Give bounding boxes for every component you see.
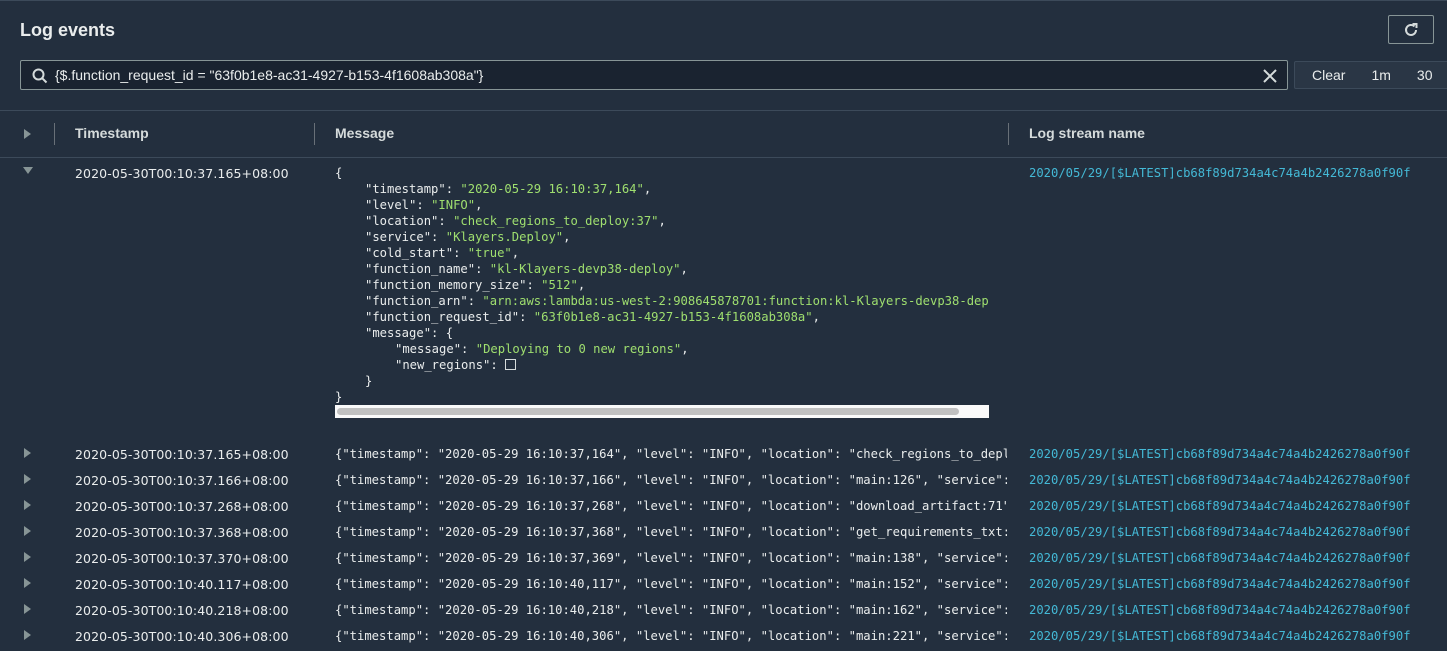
json-value: "kl-Klayers-devp38-deploy" (489, 262, 681, 276)
json-field: "service": "Klayers.Deploy", (365, 230, 571, 244)
collapse-row-icon[interactable] (23, 167, 33, 174)
json-field: "function_request_id": "63f0b1e8-ac31-49… (365, 310, 820, 324)
json-close-brace: } (365, 374, 373, 388)
page-title: Log events (20, 20, 116, 40)
json-key: "cold_start" (365, 246, 454, 260)
search-input[interactable]: {$.function_request_id = "63f0b1e8-ac31-… (55, 67, 483, 83)
row-message: {"timestamp": "2020-05-29 16:10:40,117",… (335, 577, 1007, 591)
json-field: "level": "INFO", (365, 198, 483, 212)
row-timestamp: 2020-05-30T00:10:40.117+08:00 (75, 577, 289, 592)
json-value: "512" (541, 278, 578, 292)
search-icon (32, 68, 48, 84)
log-stream-link[interactable]: 2020/05/29/[$LATEST]cb68f89d734a4c74a4b2… (1029, 603, 1411, 617)
row-message: {"timestamp": "2020-05-29 16:10:40,306",… (335, 629, 1007, 643)
range-30-button[interactable]: 30 (1417, 67, 1433, 83)
json-value: "63f0b1e8-ac31-4927-b153-4f1608ab308a" (533, 310, 813, 324)
top-border (0, 0, 1447, 1)
json-key: "function_memory_size" (365, 278, 527, 292)
row-timestamp: 2020-05-30T00:10:37.165+08:00 (75, 447, 289, 462)
column-divider[interactable] (314, 123, 315, 145)
json-key: "level" (365, 198, 417, 212)
row-timestamp: 2020-05-30T00:10:37.268+08:00 (75, 499, 289, 514)
json-key: "function_name" (365, 262, 476, 276)
json-field: "function_name": "kl-Klayers-devp38-depl… (365, 262, 688, 276)
json-value: "2020-05-29 16:10:37,164" (460, 182, 644, 196)
log-stream-link[interactable]: 2020/05/29/[$LATEST]cb68f89d734a4c74a4b2… (1029, 447, 1411, 461)
json-value: "INFO" (431, 198, 476, 212)
json-key: "timestamp" (365, 182, 446, 196)
json-key: "new_regions" (395, 358, 491, 372)
row-timestamp: 2020-05-30T00:10:37.370+08:00 (75, 551, 289, 566)
log-stream-link[interactable]: 2020/05/29/[$LATEST]cb68f89d734a4c74a4b2… (1029, 473, 1411, 487)
row-timestamp: 2020-05-30T00:10:37.165+08:00 (75, 166, 289, 181)
json-open-brace: { (335, 166, 343, 180)
row-timestamp: 2020-05-30T00:10:37.368+08:00 (75, 525, 289, 540)
refresh-icon (1405, 22, 1418, 36)
expand-row-icon[interactable] (24, 552, 31, 562)
json-field: "timestamp": "2020-05-29 16:10:37,164", (365, 182, 652, 196)
empty-array-icon (505, 359, 517, 370)
json-key: "location" (365, 214, 439, 228)
log-stream-link[interactable]: 2020/05/29/[$LATEST]cb68f89d734a4c74a4b2… (1029, 525, 1411, 539)
time-range-selector: Clear 1m 30 (1294, 61, 1447, 89)
expand-row-icon[interactable] (24, 604, 31, 614)
json-key: "service" (365, 230, 432, 244)
json-close-brace: } (335, 390, 343, 404)
expand-row-icon[interactable] (24, 526, 31, 536)
expand-row-icon[interactable] (24, 630, 31, 640)
json-field: "function_arn": "arn:aws:lambda:us-west-… (365, 293, 989, 309)
log-stream-link[interactable]: 2020/05/29/[$LATEST]cb68f89d734a4c74a4b2… (1029, 577, 1411, 591)
expand-all-toggle-icon[interactable] (24, 129, 31, 139)
json-value: "arn:aws:lambda:us-west-2:908645878701:f… (482, 294, 989, 308)
row-message: {"timestamp": "2020-05-29 16:10:37,164",… (335, 447, 1007, 461)
row-timestamp: 2020-05-30T00:10:37.166+08:00 (75, 473, 289, 488)
row-timestamp: 2020-05-30T00:10:40.218+08:00 (75, 603, 289, 618)
json-field: "message": "Deploying to 0 new regions", (395, 342, 689, 356)
row-message: {"timestamp": "2020-05-29 16:10:37,369",… (335, 551, 1007, 565)
json-field: "cold_start": "true", (365, 246, 520, 260)
expand-row-icon[interactable] (24, 474, 31, 484)
row-message: {"timestamp": "2020-05-29 16:10:37,166",… (335, 473, 1007, 487)
json-value: "true" (467, 246, 512, 260)
expand-row-icon[interactable] (24, 578, 31, 588)
log-stream-link[interactable]: 2020/05/29/[$LATEST]cb68f89d734a4c74a4b2… (1029, 499, 1411, 513)
table-header: Timestamp Message Log stream name (0, 110, 1447, 158)
json-field: "message": { (365, 326, 454, 340)
json-field: "location": "check_regions_to_deploy:37"… (365, 214, 666, 228)
column-header-timestamp[interactable]: Timestamp (75, 125, 149, 141)
horizontal-scrollbar[interactable] (335, 405, 989, 418)
refresh-button[interactable] (1388, 15, 1434, 44)
json-value: "check_regions_to_deploy:37" (453, 214, 659, 228)
json-key: "function_request_id" (365, 310, 520, 324)
log-stream-link[interactable]: 2020/05/29/[$LATEST]cb68f89d734a4c74a4b2… (1029, 166, 1411, 180)
filter-search-field[interactable]: {$.function_request_id = "63f0b1e8-ac31-… (20, 60, 1288, 90)
clear-button[interactable]: Clear (1312, 67, 1345, 83)
json-value: "Deploying to 0 new regions" (475, 342, 682, 356)
log-stream-link[interactable]: 2020/05/29/[$LATEST]cb68f89d734a4c74a4b2… (1029, 629, 1411, 643)
json-value: "Klayers.Deploy" (445, 230, 564, 244)
json-open-brace: { (445, 326, 454, 340)
log-stream-link[interactable]: 2020/05/29/[$LATEST]cb68f89d734a4c74a4b2… (1029, 551, 1411, 565)
column-divider[interactable] (1008, 123, 1009, 145)
row-message: {"timestamp": "2020-05-29 16:10:37,268",… (335, 499, 1007, 513)
json-message-viewer: { "timestamp": "2020-05-29 16:10:37,164"… (335, 165, 989, 405)
column-header-message[interactable]: Message (335, 125, 394, 141)
close-icon[interactable] (1261, 67, 1279, 85)
expand-row-icon[interactable] (24, 448, 31, 458)
range-1m-button[interactable]: 1m (1371, 67, 1390, 83)
expand-row-icon[interactable] (24, 500, 31, 510)
json-field: "function_memory_size": "512", (365, 278, 586, 292)
scrollbar-thumb[interactable] (337, 408, 959, 415)
column-header-log-stream[interactable]: Log stream name (1029, 125, 1145, 141)
json-key: "function_arn" (365, 294, 468, 308)
json-field: "new_regions": (395, 357, 517, 373)
row-timestamp: 2020-05-30T00:10:40.306+08:00 (75, 629, 289, 644)
row-message: {"timestamp": "2020-05-29 16:10:37,368",… (335, 525, 1007, 539)
row-message: {"timestamp": "2020-05-29 16:10:40,218",… (335, 603, 1007, 617)
json-key: "message" (365, 326, 432, 340)
json-key: "message" (395, 342, 462, 356)
column-divider (54, 123, 55, 145)
